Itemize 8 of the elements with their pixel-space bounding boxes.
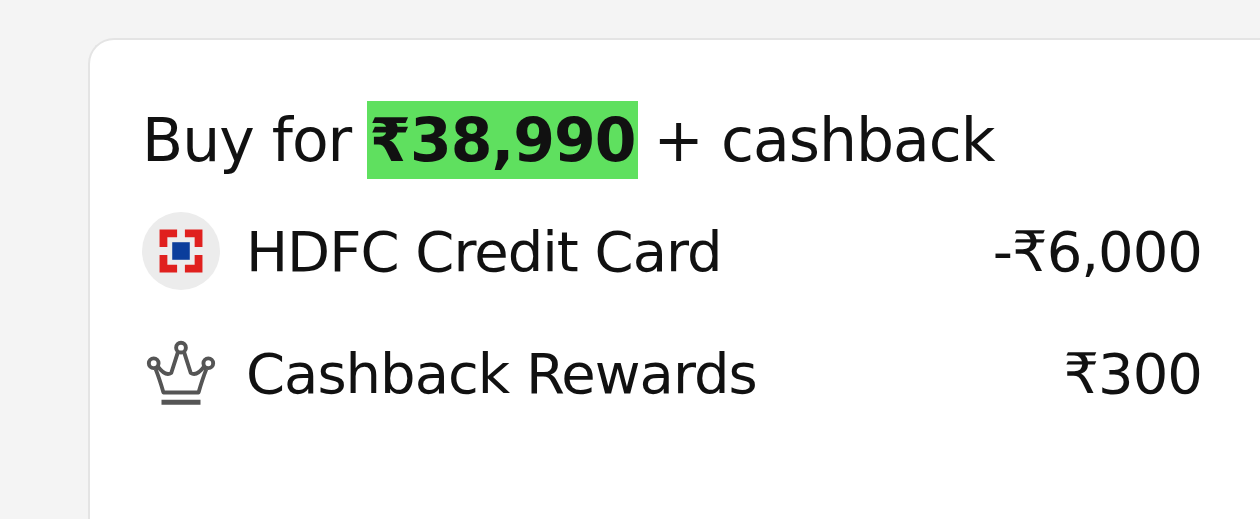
row-amount: -₹6,000 <box>992 218 1202 284</box>
row-label: Cashback Rewards <box>246 340 758 406</box>
row-amount: ₹300 <box>1063 340 1202 406</box>
bank-logo-icon <box>142 212 220 290</box>
row-label: HDFC Credit Card <box>246 218 723 284</box>
heading-text: Buy for <box>142 105 352 175</box>
heading-text: + cashback <box>653 105 995 175</box>
price-highlight: ₹38,990 <box>367 101 638 179</box>
